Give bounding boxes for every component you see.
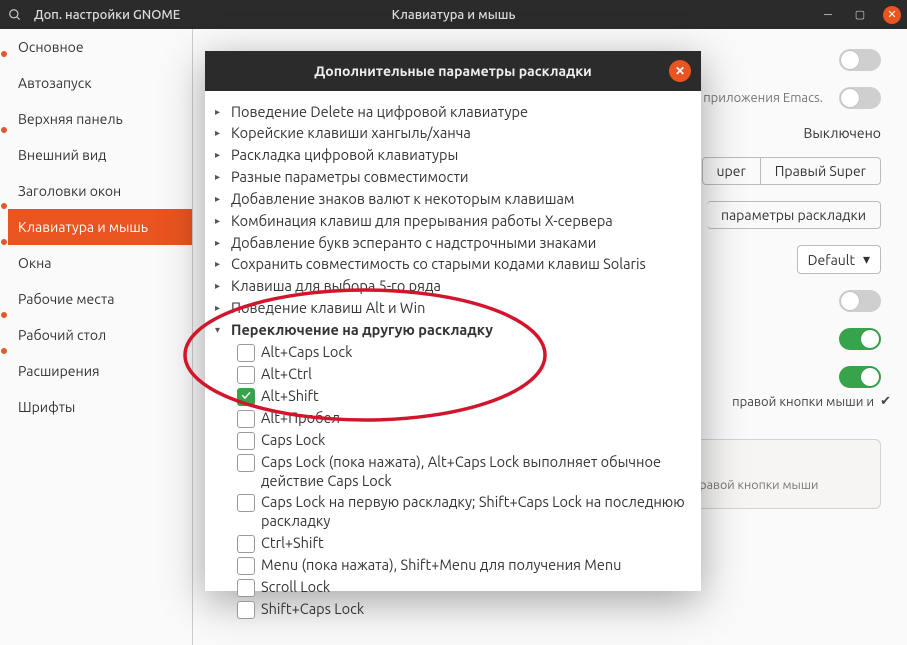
option-menu-held[interactable]: Menu (пока нажата), Shift+Menu для получ…: [211, 555, 695, 577]
option-alt-capslock[interactable]: Alt+Caps Lock: [211, 341, 695, 363]
app-title: Доп. настройки GNOME: [30, 8, 180, 22]
group-numpad-layout[interactable]: ▸Раскладка цифровой клавиатуры: [211, 145, 695, 167]
tri-right-icon: ▸: [215, 255, 225, 273]
sidebar-item-desktop[interactable]: Рабочий стол: [8, 317, 192, 353]
switch-1[interactable]: [839, 49, 881, 71]
checkbox[interactable]: [237, 344, 255, 362]
sidebar-item-keyboard-mouse[interactable]: Клавиатура и мышь: [8, 209, 192, 245]
switch-4[interactable]: [839, 328, 881, 350]
page-title: Клавиатура и мышь: [392, 8, 516, 22]
group-switch-layout[interactable]: ▾Переключение на другую раскладку: [211, 319, 695, 341]
group-korean[interactable]: ▸Корейские клавиши хангыль/ханча: [211, 123, 695, 145]
super-left-button[interactable]: uper: [702, 157, 761, 185]
group-solaris[interactable]: ▸Сохранить совместимость со старыми кода…: [211, 254, 695, 276]
switch-emacs[interactable]: [839, 87, 881, 109]
option-ctrl-shift[interactable]: Ctrl+Shift: [211, 533, 695, 555]
group-alt-win[interactable]: ▸Поведение клавиш Alt и Win: [211, 298, 695, 320]
emacs-hint: приложения Emacs.: [703, 91, 823, 105]
checkbox[interactable]: [237, 601, 255, 619]
dialog-title: Дополнительные параметры раскладки: [314, 63, 592, 79]
tri-right-icon: ▸: [215, 212, 225, 230]
checkbox[interactable]: [237, 432, 255, 450]
checkbox[interactable]: [237, 454, 255, 472]
super-key-group: uper Правый Super: [702, 157, 881, 185]
option-shift-capslock[interactable]: Shift+Caps Lock: [211, 599, 695, 621]
sidebar-item-workspaces[interactable]: Рабочие места: [8, 281, 192, 317]
activity-rail: [0, 29, 8, 645]
tri-right-icon: ▸: [215, 299, 225, 317]
group-esperanto[interactable]: ▸Добавление букв эсперанто с надстрочным…: [211, 232, 695, 254]
window-controls: ─ ▢ ✕: [819, 6, 901, 24]
sidebar-item-fonts[interactable]: Шрифты: [8, 389, 192, 425]
sidebar: Основное Автозапуск Верхняя панель Внешн…: [8, 29, 193, 645]
sidebar-item-appearance[interactable]: Внешний вид: [8, 137, 192, 173]
option-alt-ctrl[interactable]: Alt+Ctrl: [211, 363, 695, 385]
checkbox[interactable]: [237, 494, 255, 512]
tri-right-icon: ▸: [215, 190, 225, 208]
sidebar-item-general[interactable]: Основное: [8, 29, 192, 65]
checkbox[interactable]: [237, 579, 255, 597]
disabled-label: Выключено: [803, 125, 881, 141]
dialog-close-button[interactable]: ✕: [669, 60, 691, 82]
combo-value: Default: [808, 252, 855, 268]
dialog-header: Дополнительные параметры раскладки ✕: [205, 51, 701, 91]
tri-right-icon: ▸: [215, 124, 225, 142]
switch-5[interactable]: [839, 366, 881, 388]
extra-layout-params-button[interactable]: параметры раскладки: [707, 201, 881, 229]
option-alt-space[interactable]: Alt+Пробел: [211, 407, 695, 429]
option-scroll-lock[interactable]: Scroll Lock: [211, 577, 695, 599]
tri-right-icon: ▸: [215, 146, 225, 164]
dialog-body: ▸Поведение Delete на цифровой клавиатуре…: [205, 91, 701, 591]
checkbox[interactable]: [237, 535, 255, 553]
checkbox[interactable]: [237, 410, 255, 428]
tri-right-icon: ▸: [215, 103, 225, 121]
group-misc-compat[interactable]: ▸Разные параметры совместимости: [211, 167, 695, 189]
check-icon: ✔: [880, 394, 891, 409]
tri-right-icon: ▸: [215, 277, 225, 295]
close-button[interactable]: ✕: [883, 6, 901, 24]
layout-options-dialog: Дополнительные параметры раскладки ✕ ▸По…: [205, 51, 701, 591]
minimize-button[interactable]: ─: [819, 6, 837, 24]
sidebar-item-startup[interactable]: Автозапуск: [8, 65, 192, 101]
sidebar-item-windows[interactable]: Окна: [8, 245, 192, 281]
super-right-button[interactable]: Правый Super: [761, 157, 881, 185]
switch-3[interactable]: [839, 290, 881, 312]
group-xkill[interactable]: ▸Комбинация клавиш для прерывания работы…: [211, 210, 695, 232]
tri-down-icon: ▾: [215, 321, 225, 339]
sidebar-item-window-titles[interactable]: Заголовки окон: [8, 173, 192, 209]
option-capslock-held[interactable]: Caps Lock (пока нажата), Alt+Caps Lock в…: [211, 451, 695, 492]
option-alt-shift[interactable]: Alt+Shift: [211, 385, 695, 407]
option-capslock-first[interactable]: Caps Lock на первую раскладку; Shift+Cap…: [211, 492, 695, 533]
chevron-down-icon: ▾: [863, 251, 870, 268]
default-combo[interactable]: Default ▾: [797, 245, 881, 274]
titlebar: Доп. настройки GNOME Клавиатура и мышь ─…: [0, 0, 907, 29]
group-currency[interactable]: ▸Добавление знаков валют к некоторым кла…: [211, 188, 695, 210]
group-delete-numpad[interactable]: ▸Поведение Delete на цифровой клавиатуре: [211, 101, 695, 123]
sidebar-item-topbar[interactable]: Верхняя панель: [8, 101, 192, 137]
checkbox[interactable]: [237, 388, 255, 406]
group-5th-level[interactable]: ▸Клавиша для выбора 5-го ряда: [211, 276, 695, 298]
search-icon[interactable]: [0, 8, 30, 22]
tri-right-icon: ▸: [215, 234, 225, 252]
option-capslock[interactable]: Caps Lock: [211, 429, 695, 451]
sidebar-item-extensions[interactable]: Расширения: [8, 353, 192, 389]
checkbox[interactable]: [237, 366, 255, 384]
maximize-button[interactable]: ▢: [851, 6, 869, 24]
checkbox[interactable]: [237, 557, 255, 575]
tri-right-icon: ▸: [215, 168, 225, 186]
